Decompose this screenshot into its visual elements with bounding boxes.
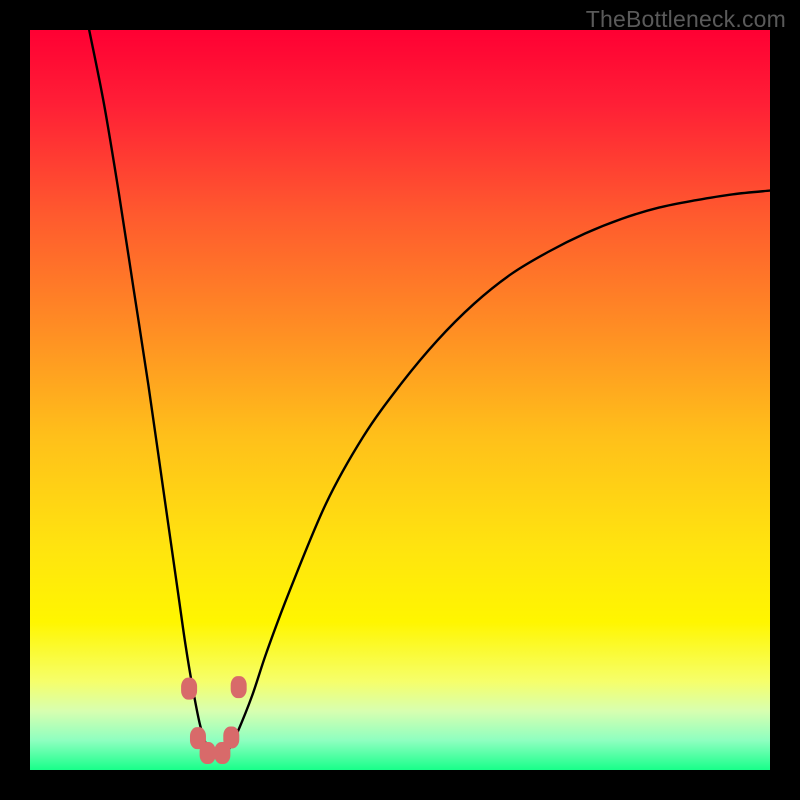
- watermark-text: TheBottleneck.com: [586, 6, 786, 33]
- background-gradient: [30, 30, 770, 770]
- chart-frame: [30, 30, 770, 770]
- plot-area: [30, 30, 770, 770]
